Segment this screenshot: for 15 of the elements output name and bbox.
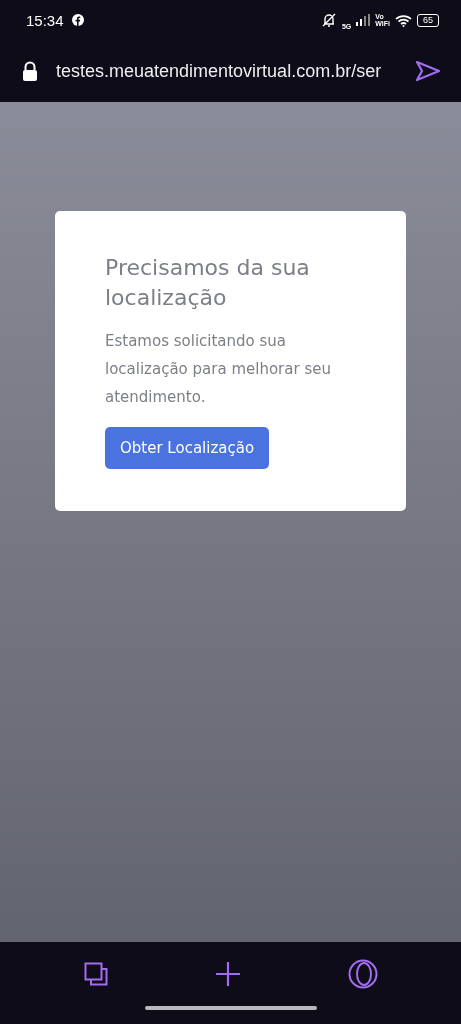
lock-icon bbox=[22, 61, 38, 81]
tabs-icon[interactable] bbox=[83, 962, 108, 986]
muted-bell-icon bbox=[320, 13, 337, 27]
address-field[interactable]: testes.meuatendimentovirtual.com.br/ser bbox=[56, 60, 397, 82]
signal-icon bbox=[356, 14, 371, 26]
wifi-icon bbox=[395, 13, 412, 27]
plus-icon[interactable] bbox=[214, 961, 241, 987]
clock: 15:34 bbox=[26, 11, 64, 29]
facebook-icon bbox=[71, 14, 84, 26]
battery-indicator: 65 bbox=[417, 13, 439, 27]
send-icon[interactable] bbox=[415, 60, 441, 82]
get-location-button[interactable]: Obter Localização bbox=[105, 427, 270, 469]
card-title: Precisamos da sua localização bbox=[105, 254, 311, 312]
opera-logo-icon[interactable] bbox=[347, 959, 378, 989]
card-text: Estamos solicitando sua localização para melhorar seu atendimento. bbox=[105, 331, 332, 408]
